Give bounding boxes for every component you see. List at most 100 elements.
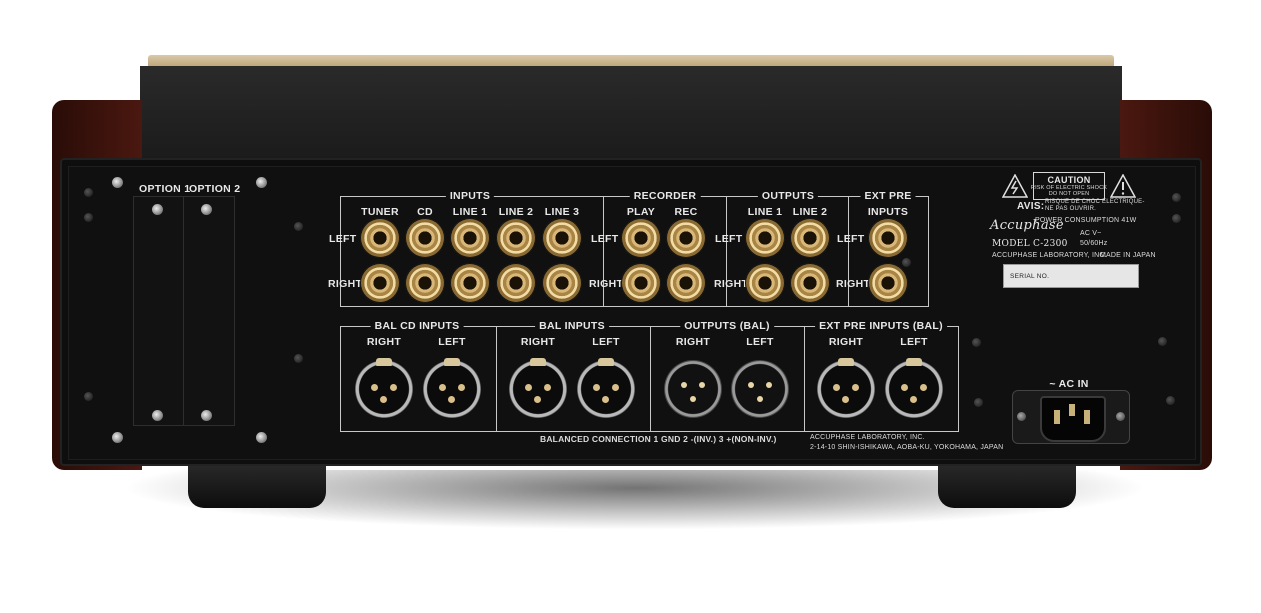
- rca-line2-right[interactable]: [496, 263, 536, 303]
- screw: [1017, 412, 1026, 421]
- rca-out-line2-right[interactable]: [790, 263, 830, 303]
- left-label: LEFT: [329, 233, 357, 245]
- left-label: LEFT: [591, 233, 619, 245]
- rca-out-line2-left[interactable]: [790, 218, 830, 258]
- rca-extpre-right[interactable]: [868, 263, 908, 303]
- outputs-title: OUTPUTS: [757, 190, 819, 202]
- rca-out-line1-right[interactable]: [745, 263, 785, 303]
- top-cover: [140, 66, 1122, 158]
- ext-pre-title: EXT PRE: [860, 190, 916, 202]
- rec-label: REC: [674, 206, 698, 218]
- rca-play-right[interactable]: [621, 263, 661, 303]
- screw: [294, 222, 303, 231]
- screw: [256, 432, 267, 443]
- rca-rec-right[interactable]: [666, 263, 706, 303]
- right-label: RIGHT: [714, 278, 749, 290]
- left-label: LEFT: [837, 233, 865, 245]
- bal-right-label: RIGHT: [366, 336, 402, 348]
- screw: [1172, 214, 1181, 223]
- rca-play-left[interactable]: [621, 218, 661, 258]
- screw: [902, 258, 911, 267]
- model-name: MODEL C-2300: [992, 239, 1068, 249]
- xlr-out-right[interactable]: [664, 360, 722, 418]
- bal-right-label: RIGHT: [520, 336, 556, 348]
- serial-label: SERIAL NO.: [1010, 273, 1050, 280]
- xlr-bal-cd-right[interactable]: [355, 358, 413, 418]
- tuner-label: TUNER: [361, 206, 399, 218]
- screw: [152, 410, 163, 421]
- option1-label: OPTION 1: [139, 183, 191, 195]
- rca-recorder-frame: [602, 196, 727, 307]
- frequency-rating: 50/60Hz: [1080, 240, 1108, 247]
- screw: [294, 354, 303, 363]
- rca-line1-right[interactable]: [450, 263, 490, 303]
- foot-right: [938, 462, 1076, 508]
- bal-left-label: LEFT: [592, 336, 620, 348]
- screw: [84, 392, 93, 401]
- screw: [201, 204, 212, 215]
- right-label: RIGHT: [589, 278, 624, 290]
- out-line1-label: LINE 1: [747, 206, 783, 218]
- do-not-open-text: DO NOT OPEN: [1048, 191, 1090, 197]
- option2-label: OPTION 2: [189, 183, 241, 195]
- xlr-bal-cd-left[interactable]: [423, 358, 481, 418]
- rca-outputs-frame: [726, 196, 849, 307]
- rca-rec-left[interactable]: [666, 218, 706, 258]
- screw: [112, 432, 123, 443]
- recorder-title: RECORDER: [629, 190, 701, 202]
- rca-line3-right[interactable]: [542, 263, 582, 303]
- bal-left-label: LEFT: [746, 336, 774, 348]
- address-line2: 2-14-10 SHIN-ISHIKAWA, AOBA-KU, YOKOHAMA…: [810, 444, 1004, 451]
- rca-line1-left[interactable]: [450, 218, 490, 258]
- rca-out-line1-left[interactable]: [745, 218, 785, 258]
- screw: [972, 338, 981, 347]
- xlr-bal-right[interactable]: [509, 358, 567, 418]
- rca-cd-right[interactable]: [405, 263, 445, 303]
- made-in: MADE IN JAPAN: [1100, 252, 1156, 259]
- rca-line3-left[interactable]: [542, 218, 582, 258]
- xlr-out-left[interactable]: [731, 360, 789, 418]
- rca-tuner-left[interactable]: [360, 218, 400, 258]
- ext-pre-bal-title: EXT PRE INPUTS (BAL): [815, 320, 947, 332]
- option-slot-2[interactable]: [183, 196, 235, 426]
- screw: [112, 177, 123, 188]
- avis-text-1: RISQUE DE CHOC ELECTRIQUE-: [1045, 199, 1145, 205]
- bal-left-label: LEFT: [438, 336, 466, 348]
- option-slot-1[interactable]: [133, 196, 185, 426]
- screw: [201, 410, 212, 421]
- screw: [1158, 337, 1167, 346]
- rca-tuner-right[interactable]: [360, 263, 400, 303]
- warning-triangle-icon: [1001, 173, 1029, 203]
- caution-box: CAUTION RISK OF ELECTRIC SHOCK DO NOT OP…: [1031, 172, 1107, 200]
- rca-cd-left[interactable]: [405, 218, 445, 258]
- out-line2-label: LINE 2: [792, 206, 828, 218]
- avis-label: AVIS:: [1017, 201, 1045, 212]
- screw: [152, 204, 163, 215]
- line1-label: LINE 1: [452, 206, 488, 218]
- outputs-bal-title: OUTPUTS (BAL): [680, 320, 774, 332]
- avis-text-2: NE PAS OUVRIR.: [1045, 206, 1097, 212]
- ac-inlet-socket[interactable]: [1040, 396, 1106, 442]
- bal-inputs-title: BAL INPUTS: [535, 320, 609, 332]
- xlr-bal-left[interactable]: [577, 358, 635, 418]
- bal-cd-inputs-title: BAL CD INPUTS: [370, 320, 464, 332]
- right-label: RIGHT: [328, 278, 363, 290]
- ac-in-label: ~ AC IN: [1049, 378, 1089, 390]
- play-label: PLAY: [626, 206, 656, 218]
- line3-label: LINE 3: [544, 206, 580, 218]
- right-label: RIGHT: [836, 278, 871, 290]
- screw: [1116, 412, 1125, 421]
- screw: [1172, 193, 1181, 202]
- cd-label: CD: [417, 206, 433, 218]
- screw: [974, 398, 983, 407]
- ext-pre-subtitle: INPUTS: [867, 206, 909, 218]
- xlr-extpre-left[interactable]: [885, 358, 943, 418]
- rca-line2-left[interactable]: [496, 218, 536, 258]
- left-label: LEFT: [715, 233, 743, 245]
- foot-left: [188, 462, 326, 508]
- xlr-extpre-right[interactable]: [817, 358, 875, 418]
- screw: [84, 188, 93, 197]
- line2-label: LINE 2: [498, 206, 534, 218]
- rca-extpre-left[interactable]: [868, 218, 908, 258]
- rca-bottom-rule: [340, 306, 929, 307]
